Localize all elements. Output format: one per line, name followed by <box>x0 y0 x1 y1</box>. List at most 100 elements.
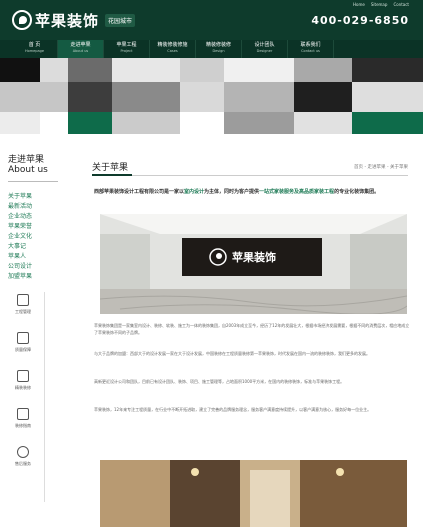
banner-photo <box>0 82 68 112</box>
sidebar-item-honors[interactable]: 苹果荣誉 <box>8 222 68 232</box>
building-icon <box>17 370 29 382</box>
intro-highlight: 一站式家装服务及高品质家装工程 <box>259 189 335 195</box>
lobby-photo <box>100 460 407 527</box>
icon-label: 精装装修 <box>15 385 31 390</box>
nav-item-about[interactable]: 走进苹果 About us <box>58 40 104 58</box>
hammer-icon <box>17 294 29 306</box>
sidebar-icon-links: 工程管理 质量保障 精装装修 装修指南 售后服务 <box>8 292 38 484</box>
divider <box>8 181 58 182</box>
banner-photo <box>224 82 294 112</box>
nav-label: 联系我们 <box>300 42 321 48</box>
showroom-sign: 苹果装饰 <box>232 250 276 264</box>
nav-item-design[interactable]: 精装修装修 Design <box>196 40 242 58</box>
lobby-illustration <box>100 460 407 527</box>
banner-photo <box>0 112 40 134</box>
nav-en: Designer <box>256 49 273 53</box>
banner-photo <box>294 82 352 112</box>
top-link-home[interactable]: Home <box>353 2 365 7</box>
sidebar-item-culture[interactable]: 企业文化 <box>8 232 68 242</box>
banner-photo <box>294 112 352 134</box>
banner-accent <box>68 112 112 134</box>
sidebar-item-people[interactable]: 苹果人 <box>8 252 68 262</box>
body-paragraph: 苹果装饰，12年来专注工程质量，在行业中不断开拓进取，建立了完善的品牌服务理念，… <box>94 407 372 412</box>
body-paragraph: 高新更近设计公司和团队，目前已有设计团队、装饰、项目、施工管理等，占地面积100… <box>94 379 345 384</box>
nav-en: Contact us <box>301 49 320 53</box>
house-icon <box>17 332 29 344</box>
sidebar-item-design[interactable]: 公司设计 <box>8 262 68 272</box>
sidebar-icon-link[interactable]: 精装装修 <box>8 370 38 404</box>
nav-en: Homepage <box>24 49 45 53</box>
sidebar-item-join[interactable]: 加盟苹果 <box>8 272 68 282</box>
nav-en: About us <box>72 49 89 53</box>
sidebar-item-history[interactable]: 大事记 <box>8 242 68 252</box>
icon-label: 装修指南 <box>15 423 31 428</box>
icon-label: 工程管理 <box>15 309 31 314</box>
apple-logo-icon <box>12 10 32 30</box>
banner-photo <box>112 58 180 82</box>
sidebar-item-about[interactable]: 关于苹果 <box>8 192 68 202</box>
banner-accent <box>352 112 423 134</box>
divider-accent <box>92 174 132 176</box>
banner-photo <box>112 112 180 134</box>
sidebar-item-activities[interactable]: 最新活动 <box>8 202 68 212</box>
banner-photo <box>224 58 294 82</box>
site-header: 苹果装饰 花园城市 Home Sitemap Contact 400-029-6… <box>0 0 423 40</box>
top-link-contact[interactable]: Contact <box>393 2 409 7</box>
sidebar-icon-link[interactable]: 售后服务 <box>8 446 38 480</box>
banner-photo <box>112 82 180 112</box>
banner-mosaic <box>0 58 423 134</box>
phone-number: 400-029-6850 <box>311 14 409 27</box>
nav-item-home[interactable]: 首 页 Homepage <box>12 40 58 58</box>
nav-item-project[interactable]: 苹果工程 Project <box>104 40 150 58</box>
nav-item-contact[interactable]: 联系我们 Contact us <box>288 40 334 58</box>
nav-label: 精装修装修 <box>205 42 231 48</box>
sidebar: 走进苹果 About us 关于苹果 最新活动 企业动态 苹果荣誉 企业文化 大… <box>8 152 68 282</box>
banner-photo <box>294 58 352 82</box>
body-paragraph: 苹果装饰集团是一家集室内设计、装修、软装、施工为一体的装饰集团，自2003年成立… <box>94 323 410 335</box>
logo[interactable]: 苹果装饰 花园城市 <box>12 8 136 32</box>
support-icon <box>17 446 29 458</box>
banner-photo <box>352 82 423 112</box>
nav-label: 设计团队 <box>254 42 275 48</box>
top-link-sitemap[interactable]: Sitemap <box>371 2 388 7</box>
banner-photo <box>352 58 423 82</box>
logo-sub: 花园城市 <box>105 13 136 27</box>
nav-label: 走进苹果 <box>70 42 91 48</box>
divider <box>44 292 45 502</box>
top-links: Home Sitemap Contact <box>353 2 409 7</box>
banner-photo <box>68 82 112 112</box>
banner-photo <box>180 112 224 134</box>
banner-photo <box>180 82 224 112</box>
banner-photo <box>68 58 112 82</box>
sidebar-icon-link[interactable]: 工程管理 <box>8 294 38 328</box>
page-title: 关于苹果 <box>92 163 129 173</box>
nav-item-cases[interactable]: 精装修装修施 Cases <box>150 40 196 58</box>
sidebar-icon-link[interactable]: 装修指南 <box>8 408 38 442</box>
intro-suffix: 的专业化装饰集团。 <box>334 189 380 195</box>
body-paragraph: 与大于品牌的加盟：西部大于的设计发展一家在大于设计发展，中国装修在工程质量装修第… <box>94 351 370 356</box>
logo-text: 苹果装饰 <box>35 11 100 30</box>
pencil-icon <box>17 408 29 420</box>
icon-label: 售后服务 <box>15 461 31 466</box>
nav-label: 首 页 <box>28 42 41 48</box>
intro-text: 西部苹果装饰设计工程有限公司是一家以室内设计为主体，同时为客户提供一站式家装服务… <box>94 188 410 196</box>
intro-prefix: 西部苹果装饰设计工程有限公司是一家以 <box>94 189 185 195</box>
nav-item-designer[interactable]: 设计团队 Designer <box>242 40 288 58</box>
intro-highlight: 室内设计 <box>184 189 205 195</box>
sidebar-icon-link[interactable]: 质量保障 <box>8 332 38 366</box>
sidebar-subtitle: About us <box>8 165 48 175</box>
showroom-photo: 苹果装饰 <box>100 214 407 314</box>
divider <box>92 175 408 176</box>
main-nav: 首 页 Homepage 走进苹果 About us 苹果工程 Project … <box>0 40 423 58</box>
banner-photo <box>40 112 68 134</box>
nav-label: 苹果工程 <box>116 42 137 48</box>
sidebar-title: 走进苹果 <box>8 155 45 165</box>
icon-label: 质量保障 <box>15 347 31 352</box>
nav-en: Design <box>212 49 225 53</box>
breadcrumb: 首页 - 走进苹果 - 关于苹果 <box>354 165 408 170</box>
nav-en: Cases <box>167 49 178 53</box>
banner-photo <box>180 58 224 82</box>
sidebar-item-news[interactable]: 企业动态 <box>8 212 68 222</box>
banner-photo <box>0 58 40 82</box>
banner-photo <box>40 58 68 82</box>
